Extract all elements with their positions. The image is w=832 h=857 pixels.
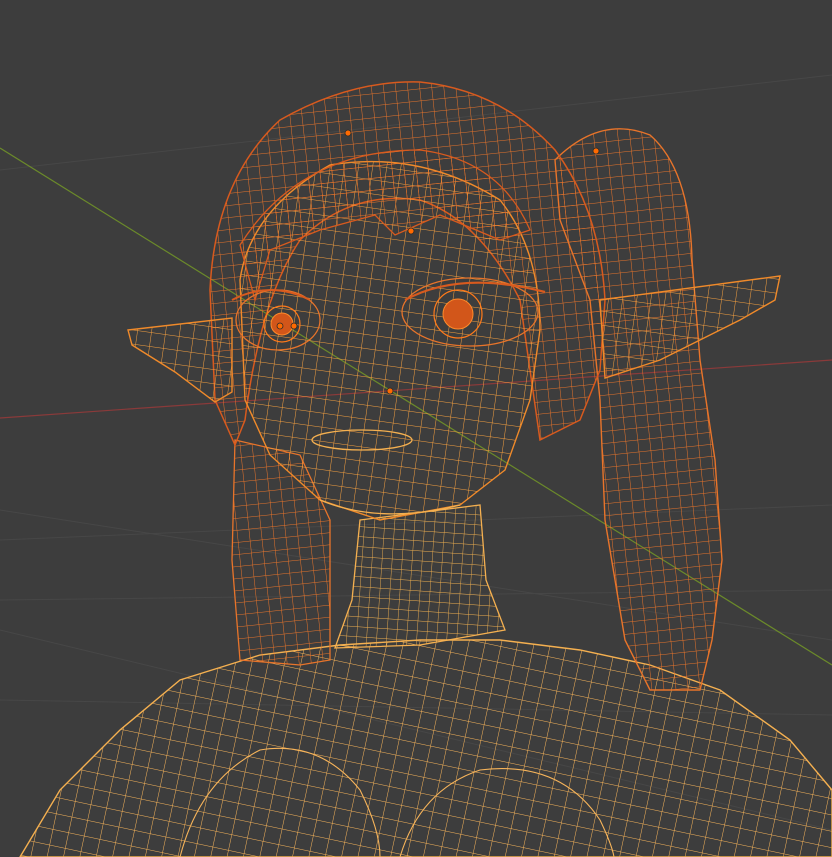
ear-left-mesh[interactable] [127,317,233,403]
torso-mesh[interactable] [19,639,832,857]
3d-viewport[interactable] [0,0,832,857]
neck-mesh[interactable] [334,504,506,649]
